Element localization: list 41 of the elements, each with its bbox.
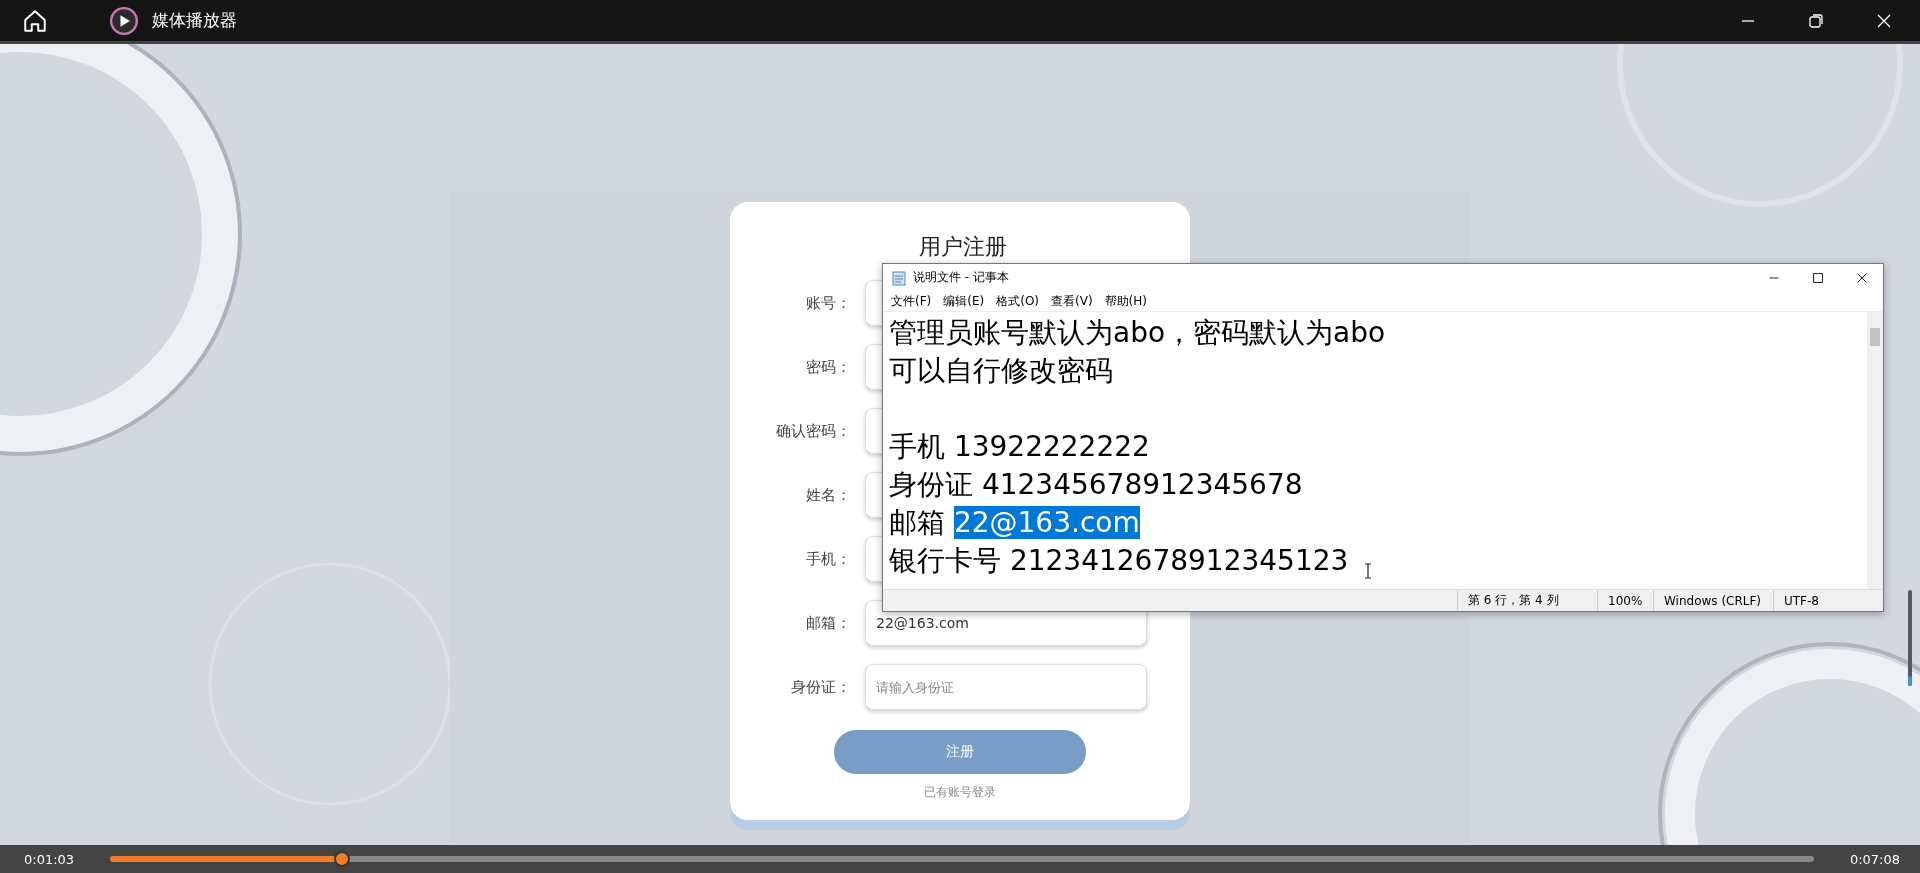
text-line: 管理员账号默认为abo，密码默认为abo	[889, 316, 1386, 349]
field-label: 确认密码：	[775, 421, 851, 441]
maximize-icon[interactable]	[1811, 270, 1825, 285]
input-field[interactable]: 请输入身份证	[865, 664, 1147, 710]
selected-text: 22@163.com	[953, 506, 1140, 539]
form-title: 用户注册	[918, 233, 1007, 261]
menu-item[interactable]: 文件(F)	[891, 292, 932, 310]
status-text: Windows (CRLF)	[1653, 590, 1773, 611]
login-link[interactable]: 已有账号登录	[924, 784, 996, 801]
play-logo-icon	[110, 6, 138, 35]
field-label: 姓名：	[805, 485, 851, 505]
field-label: 手机：	[805, 549, 851, 569]
status-text: 第 6 行，第 4 列	[1457, 590, 1597, 611]
field-label: 密码：	[805, 357, 851, 377]
window-title: 媒体播放器	[152, 9, 237, 32]
menu-item[interactable]: 编辑(E)	[943, 292, 985, 310]
elapsed-time: 0:01:03	[24, 851, 75, 867]
menu-item[interactable]: 格式(O)	[996, 292, 1040, 310]
text-line: 身份证 412345678912345678	[889, 468, 1303, 501]
text-area[interactable]: 管理员账号默认为abo，密码默认为abo 可以自行修改密码 手机 13922222222 身份证 412345678912345678 邮箱 22@163.com 银行卡号 2123412678912345123	[883, 312, 1867, 589]
text-line: 手机 13922222222	[889, 430, 1150, 463]
window-title: 说明文件 - 记事本	[913, 269, 1009, 286]
field-label: 身份证：	[790, 677, 851, 697]
menu-item[interactable]: 帮助(H)	[1104, 292, 1147, 310]
text-line: 邮箱	[889, 506, 946, 539]
close-icon[interactable]	[1876, 12, 1892, 29]
field-label: 邮箱：	[805, 613, 851, 633]
menu-item[interactable]: 查看(V)	[1051, 292, 1093, 310]
text-line: 银行卡号 2123412678912345123	[889, 544, 1349, 577]
status-text: UTF-8	[1773, 590, 1883, 611]
text-cursor-icon	[1364, 563, 1372, 579]
restore-icon[interactable]	[1808, 12, 1824, 29]
text-line: 可以自行修改密码	[889, 354, 1113, 387]
field-label: 账号：	[805, 293, 851, 313]
scrollbar[interactable]	[1867, 312, 1883, 589]
volume-slider[interactable]	[1908, 590, 1912, 686]
status-text: 100%	[1597, 590, 1653, 611]
total-time: 0:07:08	[1849, 851, 1900, 867]
notepad-icon	[891, 269, 907, 286]
home-icon[interactable]	[22, 7, 48, 34]
progress-thumb[interactable]	[333, 851, 350, 867]
